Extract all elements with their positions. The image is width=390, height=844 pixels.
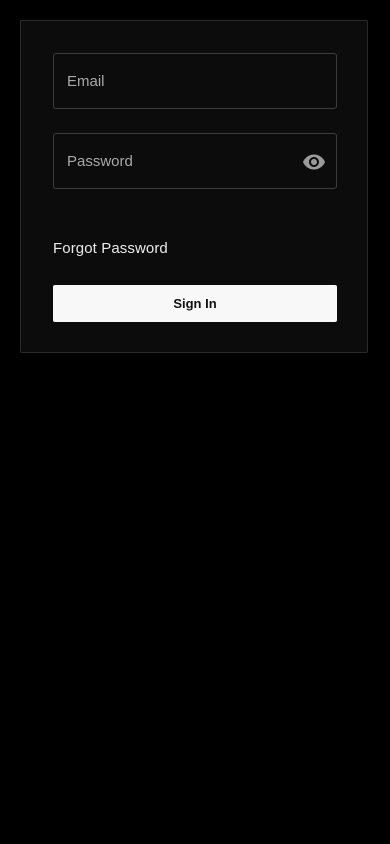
login-card: Forgot Password Sign In <box>20 20 368 353</box>
eye-icon[interactable] <box>302 150 326 174</box>
email-input[interactable] <box>54 54 336 108</box>
password-field[interactable] <box>53 133 337 189</box>
password-input[interactable] <box>54 134 336 188</box>
sign-in-button[interactable]: Sign In <box>53 285 337 322</box>
email-field[interactable] <box>53 53 337 109</box>
forgot-password-link[interactable]: Forgot Password <box>53 240 168 257</box>
